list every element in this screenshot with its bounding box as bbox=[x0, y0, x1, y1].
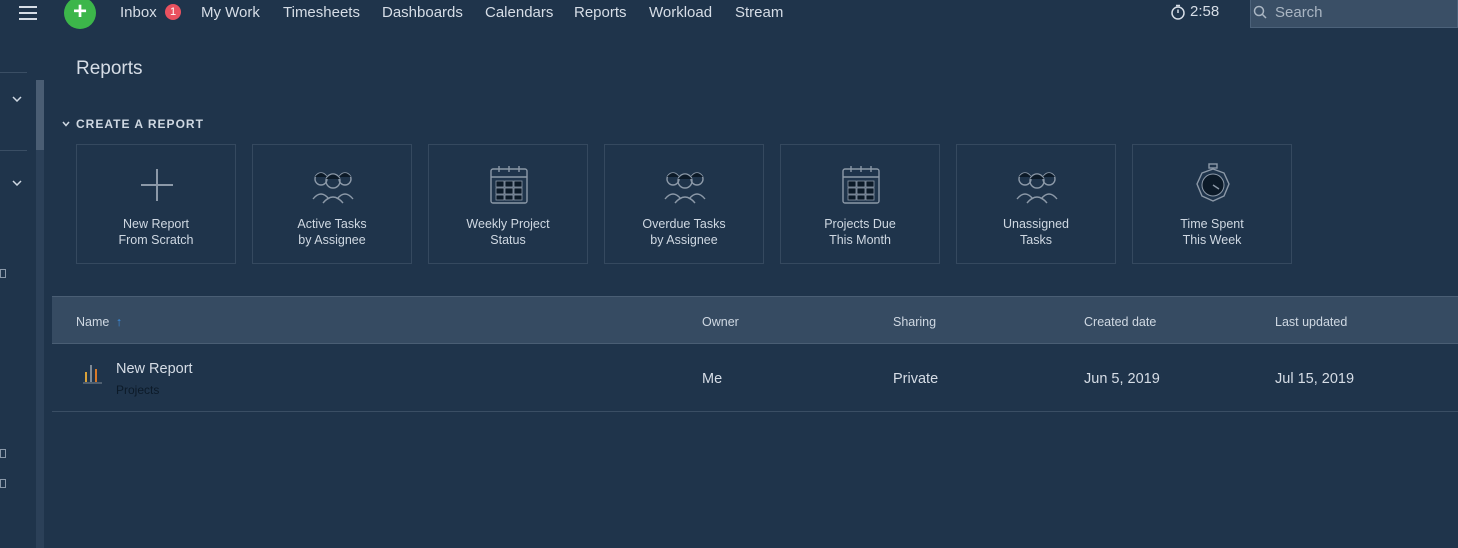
column-header-name[interactable]: Name ↑ bbox=[76, 315, 122, 329]
report-last-updated: Jul 15, 2019 bbox=[1275, 371, 1355, 387]
people-icon bbox=[664, 172, 706, 204]
chevron-down-icon[interactable] bbox=[12, 96, 22, 102]
column-header-sharing[interactable]: Sharing bbox=[893, 315, 936, 329]
menu-icon[interactable] bbox=[19, 6, 37, 20]
top-nav-bar: + Inbox 1 My Work Timesheets Dashboards … bbox=[0, 0, 1458, 29]
card-label: Unassigned Tasks bbox=[1002, 217, 1069, 247]
card-active-tasks[interactable]: Active Tasks by Assignee bbox=[252, 144, 412, 264]
chevron-down-icon bbox=[62, 121, 70, 127]
card-new-report[interactable]: New Report From Scratch bbox=[76, 144, 236, 264]
document-icon[interactable] bbox=[0, 449, 6, 458]
bar-chart-icon bbox=[83, 365, 102, 384]
people-icon bbox=[1016, 172, 1058, 204]
sidebar-scrollbar-thumb[interactable] bbox=[36, 80, 44, 150]
card-projects-due[interactable]: Projects Due This Month bbox=[780, 144, 940, 264]
document-icon[interactable] bbox=[0, 269, 6, 278]
people-icon bbox=[312, 172, 354, 204]
column-header-last-updated[interactable]: Last updated bbox=[1275, 315, 1347, 329]
nav-dashboards[interactable]: Dashboards bbox=[382, 4, 463, 21]
timer[interactable]: 2:58 bbox=[1170, 3, 1219, 20]
card-time-spent[interactable]: Time Spent This Week bbox=[1132, 144, 1292, 264]
report-sharing: Private bbox=[893, 371, 939, 387]
sidebar bbox=[0, 28, 44, 548]
nav-reports[interactable]: Reports bbox=[574, 4, 627, 21]
table-header: Name ↑ Owner Sharing Created date Last u… bbox=[52, 296, 1458, 344]
card-label: Time Spent This Week bbox=[1180, 217, 1244, 247]
calendar-icon bbox=[490, 166, 528, 204]
report-subtitle: Projects bbox=[116, 383, 160, 397]
section-title: CREATE A REPORT bbox=[76, 117, 204, 131]
card-unassigned-tasks[interactable]: Unassigned Tasks bbox=[956, 144, 1116, 264]
stopwatch-icon bbox=[1171, 4, 1185, 20]
inbox-badge: 1 bbox=[165, 4, 181, 20]
nav-my-work[interactable]: My Work bbox=[201, 4, 260, 21]
calendar-icon bbox=[842, 166, 880, 204]
nav-calendars[interactable]: Calendars bbox=[485, 4, 553, 21]
nav-timesheets[interactable]: Timesheets bbox=[283, 4, 360, 21]
card-weekly-status[interactable]: Weekly Project Status bbox=[428, 144, 588, 264]
column-header-label: Name bbox=[76, 315, 110, 329]
sidebar-scrollbar[interactable] bbox=[36, 80, 44, 548]
card-label: Active Tasks by Assignee bbox=[297, 217, 367, 247]
search-input[interactable]: Search bbox=[1250, 0, 1458, 28]
card-overdue-tasks[interactable]: Overdue Tasks by Assignee bbox=[604, 144, 764, 264]
column-header-created-date[interactable]: Created date bbox=[1084, 315, 1156, 329]
card-label: Projects Due This Month bbox=[824, 217, 896, 247]
report-name[interactable]: New Report bbox=[116, 361, 193, 377]
stopwatch-icon bbox=[1196, 163, 1230, 202]
column-header-owner[interactable]: Owner bbox=[702, 315, 739, 329]
card-label: Overdue Tasks by Assignee bbox=[642, 217, 726, 247]
sidebar-divider bbox=[0, 150, 27, 151]
create-report-section-toggle[interactable]: CREATE A REPORT bbox=[62, 117, 204, 131]
page-title: Reports bbox=[76, 58, 143, 79]
add-button[interactable]: + bbox=[64, 0, 96, 29]
report-created-date: Jun 5, 2019 bbox=[1084, 371, 1160, 387]
sort-ascending-icon: ↑ bbox=[115, 315, 123, 329]
card-label: New Report From Scratch bbox=[118, 217, 194, 247]
plus-icon bbox=[141, 169, 173, 201]
card-label: Weekly Project Status bbox=[466, 217, 550, 247]
sidebar-divider bbox=[0, 72, 27, 73]
report-owner: Me bbox=[702, 371, 723, 387]
nav-workload[interactable]: Workload bbox=[649, 4, 712, 21]
chevron-down-icon[interactable] bbox=[12, 180, 22, 186]
search-icon bbox=[1253, 5, 1267, 19]
nav-inbox[interactable]: Inbox bbox=[120, 4, 157, 21]
nav-stream[interactable]: Stream bbox=[735, 4, 783, 21]
timer-value: 2:58 bbox=[1190, 3, 1220, 20]
document-icon[interactable] bbox=[0, 479, 6, 488]
table-row[interactable]: New Report Projects Me Private Jun 5, 20… bbox=[52, 345, 1458, 412]
